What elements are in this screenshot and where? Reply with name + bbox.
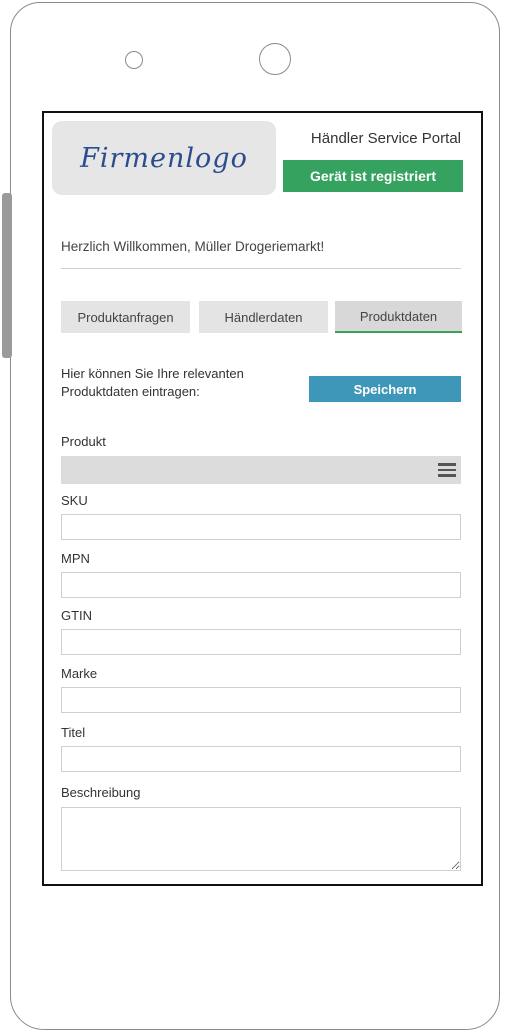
welcome-message: Herzlich Willkommen, Müller Drogeriemark…: [61, 239, 325, 254]
logo-text: Firmenlogo: [80, 142, 248, 174]
product-label: Produkt: [61, 434, 106, 449]
company-logo: Firmenlogo: [52, 121, 276, 195]
sku-label: SKU: [61, 493, 88, 508]
sensor-icon: [125, 51, 143, 69]
phone-side-button: [2, 193, 12, 358]
intro-text: Hier können Sie Ihre relevanten Produktd…: [61, 365, 291, 401]
gtin-label: GTIN: [61, 608, 93, 623]
brand-label: Marke: [61, 666, 98, 681]
intro-line-2: Produktdaten eintragen:: [61, 384, 200, 399]
brand-input[interactable]: [61, 687, 461, 713]
title-input[interactable]: [61, 746, 461, 772]
sku-input[interactable]: [61, 514, 461, 540]
camera-icon: [259, 43, 291, 75]
tab-product-data[interactable]: Produktdaten: [335, 301, 462, 333]
gtin-input[interactable]: [61, 629, 461, 655]
product-select[interactable]: [61, 456, 461, 484]
tab-dealer-data[interactable]: Händlerdaten: [199, 301, 328, 333]
divider: [61, 268, 461, 269]
mpn-input[interactable]: [61, 572, 461, 598]
intro-line-1: Hier können Sie Ihre relevanten: [61, 366, 244, 381]
tab-product-requests[interactable]: Produktanfragen: [61, 301, 190, 333]
app-screen: Firmenlogo Händler Service Portal Gerät …: [42, 111, 483, 886]
save-button[interactable]: Speichern: [309, 376, 461, 402]
menu-icon[interactable]: [438, 463, 456, 477]
description-textarea[interactable]: [61, 807, 461, 871]
title-label: Titel: [61, 725, 86, 740]
registration-status-badge: Gerät ist registriert: [283, 160, 463, 192]
description-label: Beschreibung: [61, 785, 141, 800]
mpn-label: MPN: [61, 551, 90, 566]
portal-title: Händler Service Portal: [310, 130, 461, 147]
